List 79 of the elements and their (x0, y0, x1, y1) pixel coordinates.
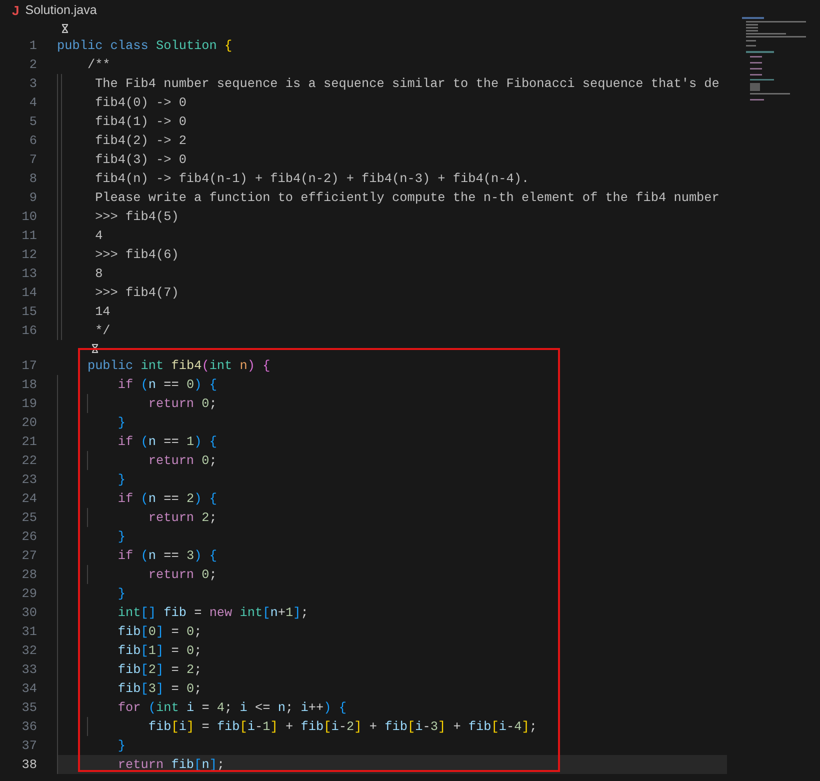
line-number: 14 (20, 285, 37, 300)
line-number: 5 (28, 114, 37, 129)
code-line: } (57, 413, 727, 432)
code-line: fib4(0) -> 0 (57, 93, 727, 112)
code-line: return 2; (57, 508, 727, 527)
code-line: >>> fib4(6) (57, 245, 727, 264)
code-line: fib[2] = 2; (57, 660, 727, 679)
line-number: 22 (20, 453, 37, 468)
line-number: 18 (20, 377, 37, 392)
line-number: 25 (20, 510, 37, 525)
line-number: 4 (28, 95, 37, 110)
line-number: 1 (28, 38, 37, 53)
file-tab[interactable]: Solution.java (25, 3, 97, 17)
code-line: 4 (57, 226, 727, 245)
code-line: public int fib4(int n) { (86, 357, 272, 375)
line-number: 26 (20, 529, 37, 544)
line-number: 29 (20, 586, 37, 601)
code-line: for (int i = 4; i <= n; i++) { (57, 698, 727, 717)
code-line: 14 (57, 302, 727, 321)
code-line: } (57, 584, 727, 603)
line-number: 8 (28, 171, 37, 186)
code-line: >>> fib4(5) (57, 207, 727, 226)
line-number: 15 (20, 304, 37, 319)
line-number: 33 (20, 662, 37, 677)
line-number: 28 (20, 567, 37, 582)
code-line: return 0; (57, 565, 727, 584)
code-line: if (n == 1) { (57, 432, 727, 451)
code-line: fib[0] = 0; (57, 622, 727, 641)
line-number: 31 (20, 624, 37, 639)
line-number: 11 (20, 228, 37, 243)
code-line: } (57, 736, 727, 755)
code-line: } (57, 527, 727, 546)
line-number: 16 (20, 323, 37, 338)
code-line: >>> fib4(7) (57, 283, 727, 302)
code-line: /** (86, 56, 112, 74)
code-line: */ (57, 321, 727, 340)
line-number: 19 (20, 396, 37, 411)
line-number: 17 (20, 358, 37, 373)
line-number: 32 (20, 643, 37, 658)
code-line: fib4(2) -> 2 (57, 131, 727, 150)
line-number: 34 (20, 681, 37, 696)
java-file-icon: J (12, 2, 20, 18)
code-line: fib4(1) -> 0 (57, 112, 727, 131)
line-number: 13 (20, 266, 37, 281)
line-number: 27 (20, 548, 37, 563)
code-line: if (n == 3) { (57, 546, 727, 565)
code-line: The Fib4 number sequence is a sequence similar to the Fibonacci sequence that's de (57, 74, 727, 93)
code-line: fib4(3) -> 0 (57, 150, 727, 169)
line-number: 21 (20, 434, 37, 449)
code-line: fib[3] = 0; (57, 679, 727, 698)
line-number: 38 (20, 757, 37, 772)
code-line: if (n == 2) { (57, 489, 727, 508)
code-line: int[] fib = new int[n+1]; (57, 603, 727, 622)
code-line: return 0; (57, 451, 727, 470)
code-line: return 0; (57, 394, 727, 413)
line-number: 3 (28, 76, 37, 91)
code-line: fib4(n) -> fib4(n-1) + fib4(n-2) + fib4(n-3) + fib4(n-4). (57, 169, 727, 188)
line-number: 12 (20, 247, 37, 262)
code-line: 8 (57, 264, 727, 283)
line-number: 20 (20, 415, 37, 430)
code-line: fib[1] = 0; (57, 641, 727, 660)
line-number: 9 (28, 190, 37, 205)
code-line: public class Solution { (57, 37, 234, 55)
hourglass-icon[interactable] (91, 344, 100, 352)
line-number: 6 (28, 133, 37, 148)
line-number: 37 (20, 738, 37, 753)
hourglass-icon[interactable] (61, 24, 69, 32)
line-number: 2 (28, 57, 37, 72)
code-line: fib[i] = fib[i-1] + fib[i-2] + fib[i-3] + fib[i-4]; (57, 717, 727, 736)
code-line: } (57, 470, 727, 489)
line-number: 36 (20, 719, 37, 734)
line-number: 30 (20, 605, 37, 620)
line-number: 35 (20, 700, 37, 715)
line-number: 7 (28, 152, 37, 167)
line-number: 10 (20, 209, 37, 224)
line-number: 24 (20, 491, 37, 506)
line-number: 23 (20, 472, 37, 487)
code-line: if (n == 0) { (57, 375, 727, 394)
code-line: Please write a function to efficiently compute the n-th element of the fib4 number (57, 188, 727, 207)
